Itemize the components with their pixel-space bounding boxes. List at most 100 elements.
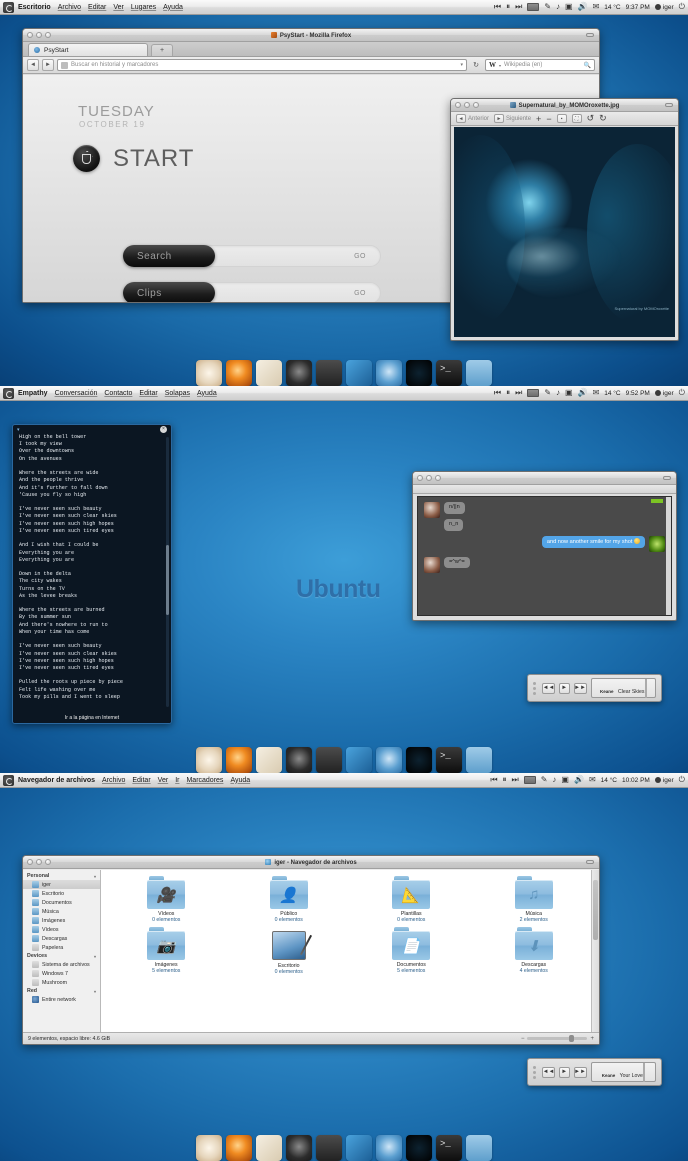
- media-next-icon[interactable]: ⏭: [515, 3, 522, 11]
- top-panel-2[interactable]: Empathy Conversación Contacto Editar Sol…: [0, 386, 688, 401]
- clock-2[interactable]: 9:52 PM: [626, 390, 650, 397]
- dock-icon-rhythmbox[interactable]: [286, 747, 312, 773]
- dock-icon-folder[interactable]: [466, 747, 492, 773]
- menu-ver[interactable]: Ver: [113, 4, 124, 11]
- player-next-button[interactable]: ►►: [573, 1066, 587, 1078]
- player-play-button[interactable]: ►: [559, 682, 570, 694]
- display-icon[interactable]: ▣: [561, 776, 569, 784]
- dock-icon-firefox[interactable]: [226, 1135, 252, 1161]
- dock-icon-rhythmbox[interactable]: [286, 1135, 312, 1161]
- folder-item-publico[interactable]: 👤 Público 0 elementos: [228, 876, 351, 923]
- menu-ir[interactable]: Ir: [175, 777, 179, 784]
- tab-psystart[interactable]: PsyStart: [28, 43, 148, 56]
- weather-temp[interactable]: 14 °C: [604, 4, 620, 11]
- best-fit-button[interactable]: ⛶: [571, 114, 582, 123]
- system-tray-2[interactable]: ⏮ ⏸ ⏭ ✎ ♪ ▣ 🔊 ✉ 14 °C 9:52 PM iger ⏻: [494, 389, 685, 397]
- menu-archivo[interactable]: Archivo: [58, 4, 81, 11]
- firefox-tabbar[interactable]: PsyStart +: [23, 42, 599, 57]
- player-progress-bar[interactable]: [644, 679, 647, 698]
- player-play-button[interactable]: ►: [559, 1066, 570, 1078]
- pencil-icon[interactable]: ✎: [544, 389, 551, 397]
- sidebar-header-personal[interactable]: Personal ▾: [23, 872, 100, 880]
- window-buttons[interactable]: [455, 102, 479, 108]
- firefox-titlebar[interactable]: PsyStart - Mozilla Firefox: [23, 29, 599, 42]
- menu-editar[interactable]: Editar: [88, 4, 106, 11]
- folder-item-documentos[interactable]: 📄 Documentos 5 elementos: [350, 927, 473, 975]
- screenshot-icon[interactable]: [527, 3, 540, 11]
- sidebar-item-iger[interactable]: iger: [23, 880, 100, 889]
- menu-archivo[interactable]: Archivo: [102, 777, 125, 784]
- top-panel-3[interactable]: Navegador de archivos Archivo Editar Ver…: [0, 773, 688, 788]
- maximize-icon[interactable]: [45, 32, 51, 38]
- player-prev-button[interactable]: ◄◄: [542, 682, 555, 694]
- lyrics-footer-link[interactable]: Ir a la página en Internet: [13, 714, 171, 723]
- chevron-down-icon[interactable]: ▾: [94, 874, 96, 879]
- menu-contacto[interactable]: Contacto: [104, 390, 132, 397]
- scrollbar-thumb[interactable]: [166, 545, 169, 615]
- music-note-icon[interactable]: ♪: [556, 3, 560, 11]
- dock-icon-gimp[interactable]: [256, 1135, 282, 1161]
- viewer-next-button[interactable]: ► Siguiente: [494, 114, 531, 123]
- minimize-icon[interactable]: [36, 859, 42, 865]
- pencil-icon[interactable]: ✎: [541, 776, 548, 784]
- display-icon[interactable]: ▣: [565, 3, 573, 11]
- screenshot-icon[interactable]: [527, 389, 540, 397]
- nautilus-scrollbar[interactable]: [591, 870, 599, 1032]
- folder-item-descargas[interactable]: ⬇ Descargas 4 elementos: [473, 927, 596, 975]
- media-pause-icon[interactable]: ⏸: [503, 776, 507, 784]
- viewer-prev-button[interactable]: ◄ Anterior: [456, 114, 489, 123]
- menu-conversacion[interactable]: Conversación: [55, 390, 98, 397]
- mail-icon[interactable]: ✉: [589, 776, 596, 784]
- rotate-cw-button[interactable]: ↻: [599, 113, 607, 124]
- chevron-down-icon[interactable]: ▾: [460, 62, 463, 68]
- minimize-icon[interactable]: [426, 475, 432, 481]
- dock-2[interactable]: >_: [190, 743, 498, 773]
- viewer-titlebar[interactable]: Supernatural_by_MOMOroxette.jpg: [451, 99, 678, 112]
- search-icon[interactable]: 🔍: [584, 62, 591, 69]
- dock-icon-terminal-dark[interactable]: [406, 360, 432, 386]
- user-menu-2[interactable]: iger: [654, 390, 674, 397]
- nautilus-window[interactable]: iger - Navegador de archivos ◄ ► ↻ ◄ ige…: [22, 855, 600, 1045]
- minimize-icon[interactable]: [464, 102, 470, 108]
- zoom-in-button[interactable]: +: [536, 114, 541, 124]
- zoom-in-button[interactable]: +: [590, 1036, 594, 1042]
- lyrics-scrollbar[interactable]: [166, 437, 169, 707]
- folder-item-escritorio[interactable]: Escritorio 0 elementos: [228, 927, 351, 975]
- media-prev-icon[interactable]: ⏮: [494, 3, 501, 11]
- folder-item-videos[interactable]: 🎥 Vídeos 0 elementos: [105, 876, 228, 923]
- menu-ayuda[interactable]: Ayuda: [197, 390, 217, 397]
- chevron-down-icon[interactable]: ▾: [94, 989, 96, 994]
- zoom-out-button[interactable]: −: [546, 114, 551, 124]
- sidebar-item-sistema-de-archivos[interactable]: Sistema de archivos: [23, 960, 100, 969]
- zoom-slider-handle[interactable]: [569, 1035, 575, 1042]
- player-next-button[interactable]: ►►: [573, 682, 587, 694]
- close-icon[interactable]: [417, 475, 423, 481]
- address-bar[interactable]: Buscar en historial y marcadores ▾: [57, 59, 467, 71]
- media-prev-icon[interactable]: ⏮: [490, 776, 497, 784]
- rotate-ccw-button[interactable]: ↺: [587, 113, 595, 124]
- media-prev-icon[interactable]: ⏮: [494, 389, 501, 397]
- dock-icon-nautilus[interactable]: [196, 747, 222, 773]
- window-buttons[interactable]: [417, 475, 441, 481]
- music-player-widget-1[interactable]: ◄◄ ► ►► Keane Clear Skies: [527, 674, 662, 702]
- dock-icon-terminal-dark[interactable]: [406, 747, 432, 773]
- menu-ayuda[interactable]: Ayuda: [230, 777, 250, 784]
- weather-temp[interactable]: 14 °C: [601, 777, 617, 784]
- dock-icon-gimp[interactable]: [256, 360, 282, 386]
- close-icon[interactable]: [27, 32, 33, 38]
- clock-3[interactable]: 10:02 PM: [622, 777, 650, 784]
- sidebar-item-imagenes[interactable]: Imágenes: [23, 916, 100, 925]
- dock-icon-terminal[interactable]: >_: [436, 360, 462, 386]
- nautilus-sidebar[interactable]: Personal ▾ iger Escritorio Documentos Mús…: [23, 870, 101, 1032]
- dock-3[interactable]: >_: [190, 1131, 498, 1161]
- close-icon[interactable]: ×: [160, 426, 167, 433]
- zoom-slider[interactable]: [527, 1035, 588, 1042]
- clock-1[interactable]: 9:37 PM: [626, 4, 650, 11]
- dock-1[interactable]: >_: [190, 356, 498, 386]
- music-note-icon[interactable]: ♪: [556, 389, 560, 397]
- menu-solapas[interactable]: Solapas: [165, 390, 190, 397]
- dock-icon-vlc[interactable]: [316, 1135, 342, 1161]
- dock-icon-terminal[interactable]: >_: [436, 747, 462, 773]
- firefox-navbar[interactable]: ◄ ► Buscar en historial y marcadores ▾ ↻…: [23, 57, 599, 74]
- menu-ver[interactable]: Ver: [158, 777, 169, 784]
